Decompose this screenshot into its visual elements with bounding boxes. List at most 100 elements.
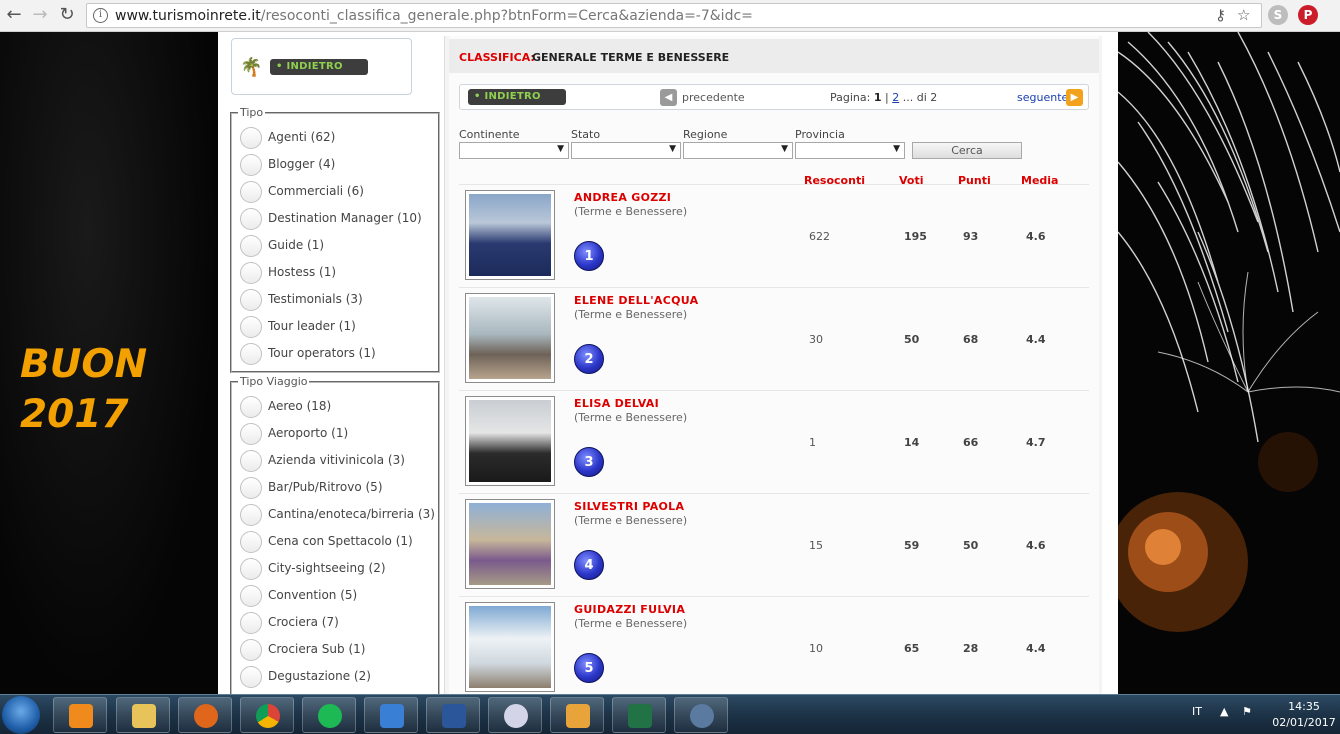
pinterest-extension-icon[interactable]: P (1298, 5, 1318, 25)
itunes-taskbar-icon[interactable] (488, 697, 542, 733)
radio-button[interactable] (240, 612, 262, 634)
tipo-viaggio-legend: Tipo Viaggio (240, 375, 308, 388)
page-separator: | (885, 91, 889, 104)
radio-button[interactable] (240, 450, 262, 472)
member-name-link[interactable]: GUIDAZZI FULVIA (574, 603, 685, 616)
show-hidden-icons-icon[interactable]: ▲ (1220, 705, 1228, 718)
next-arrow-icon[interactable]: ▶ (1066, 89, 1083, 106)
page-2-link[interactable]: 2 (892, 91, 899, 104)
member-name-link[interactable]: ELENE DELL'ACQUA (574, 294, 698, 307)
option-label: Guide (1) (268, 238, 325, 252)
profile-photo[interactable] (465, 602, 555, 692)
option-label: Blogger (4) (268, 157, 336, 171)
main-panel: CLASSIFICA: GENERALE TERME E BENESSERE •… (444, 36, 1102, 694)
radio-button[interactable] (240, 181, 262, 203)
continente-select[interactable]: ▼ (459, 142, 569, 159)
media-player-taskbar-icon[interactable] (53, 697, 107, 733)
radio-button[interactable] (240, 343, 262, 365)
profile-photo[interactable] (465, 190, 555, 280)
voti-value: 50 (904, 333, 920, 346)
url-text[interactable]: www.turismoinrete.it/resoconti_classific… (115, 8, 753, 24)
radio-button[interactable] (240, 127, 262, 149)
key-icon[interactable]: ⚷ (1215, 6, 1226, 24)
radio-button[interactable] (240, 235, 262, 257)
option-label: Aeroporto (1) (268, 426, 349, 440)
excel-taskbar-icon[interactable] (612, 697, 666, 733)
firefox-taskbar-icon[interactable] (178, 697, 232, 733)
option-label: Azienda vitivinicola (3) (268, 453, 405, 467)
option-label: Hostess (1) (268, 265, 337, 279)
title-prefix: CLASSIFICA: (459, 51, 535, 64)
radio-button[interactable] (240, 262, 262, 284)
language-indicator[interactable]: IT (1192, 705, 1202, 718)
logo-box: 🌴 • INDIETRO (231, 38, 412, 95)
search-button[interactable]: Cerca (912, 142, 1022, 159)
ranking-row: GUIDAZZI FULVIA (Terme e Benessere) 5 10 65 2… (459, 596, 1089, 694)
feather-app-taskbar-icon[interactable] (364, 697, 418, 733)
chrome-taskbar-icon[interactable] (240, 697, 294, 733)
page-title: GENERALE TERME E BENESSERE (532, 51, 730, 64)
next-link[interactable]: seguente (1017, 91, 1068, 104)
profile-photo[interactable] (465, 396, 555, 486)
skype-extension-icon[interactable]: S (1268, 5, 1288, 25)
regione-select[interactable]: ▼ (683, 142, 793, 159)
radio-button[interactable] (240, 208, 262, 230)
radio-button[interactable] (240, 585, 262, 607)
system-clock[interactable]: 14:35 02/01/2017 (1272, 699, 1336, 731)
radio-button[interactable] (240, 558, 262, 580)
reload-icon[interactable]: ↻ (55, 4, 79, 28)
rank-badge: 2 (574, 344, 604, 374)
action-center-flag-icon[interactable]: ⚑ (1242, 705, 1252, 718)
member-name-link[interactable]: SILVESTRI PAOLA (574, 500, 684, 513)
profile-photo[interactable] (465, 293, 555, 383)
ranking-row: SILVESTRI PAOLA (Terme e Benessere) 4 15 59 5… (459, 493, 1089, 596)
sidebar-back-button[interactable]: • INDIETRO (270, 59, 368, 75)
back-arrow-icon[interactable]: ← (2, 4, 26, 28)
stato-select[interactable]: ▼ (571, 142, 681, 159)
prev-arrow-icon[interactable]: ◀ (660, 89, 677, 106)
punti-value: 68 (963, 333, 979, 346)
radio-button[interactable] (240, 396, 262, 418)
network-tool-taskbar-icon[interactable] (674, 697, 728, 733)
prev-link[interactable]: precedente (682, 91, 745, 104)
spotify-taskbar-icon[interactable] (302, 697, 356, 733)
start-button[interactable] (2, 696, 40, 734)
radio-button[interactable] (240, 316, 262, 338)
radio-button[interactable] (240, 504, 262, 526)
option-label: Tour operators (1) (268, 346, 376, 360)
info-icon[interactable]: i (93, 8, 108, 23)
voti-value: 195 (904, 230, 927, 243)
forward-arrow-icon[interactable]: → (28, 4, 52, 28)
media-value: 4.6 (1026, 539, 1046, 552)
fireworks-image (1118, 32, 1340, 632)
clock-time: 14:35 (1288, 700, 1320, 713)
outlook-taskbar-icon[interactable] (550, 697, 604, 733)
bookmark-star-icon[interactable]: ☆ (1237, 6, 1250, 24)
member-name-link[interactable]: ANDREA GOZZI (574, 191, 671, 204)
radio-button[interactable] (240, 639, 262, 661)
chevron-down-icon: ▼ (669, 144, 676, 154)
punti-value: 66 (963, 436, 979, 449)
main-back-button[interactable]: • INDIETRO (468, 89, 566, 105)
punti-value: 50 (963, 539, 979, 552)
radio-button[interactable] (240, 477, 262, 499)
member-name-link[interactable]: ELISA DELVAI (574, 397, 659, 410)
page-label: Pagina: (830, 91, 871, 104)
radio-button[interactable] (240, 423, 262, 445)
fireworks-background (1118, 32, 1340, 694)
radio-button[interactable] (240, 154, 262, 176)
file-explorer-taskbar-icon[interactable] (116, 697, 170, 733)
member-category: (Terme e Benessere) (574, 617, 688, 630)
ranking-row: ANDREA GOZZI (Terme e Benessere) 1 622 195 93… (459, 184, 1089, 287)
member-category: (Terme e Benessere) (574, 308, 688, 321)
profile-photo[interactable] (465, 499, 555, 589)
provincia-label: Provincia (795, 128, 845, 141)
provincia-select[interactable]: ▼ (795, 142, 905, 159)
address-bar[interactable]: i www.turismoinrete.it/resoconti_classif… (86, 3, 1262, 28)
word-taskbar-icon[interactable] (426, 697, 480, 733)
radio-button[interactable] (240, 289, 262, 311)
option-label: Testimonials (3) (268, 292, 363, 306)
radio-button[interactable] (240, 531, 262, 553)
radio-button[interactable] (240, 666, 262, 688)
profile-photo-image (469, 194, 551, 276)
